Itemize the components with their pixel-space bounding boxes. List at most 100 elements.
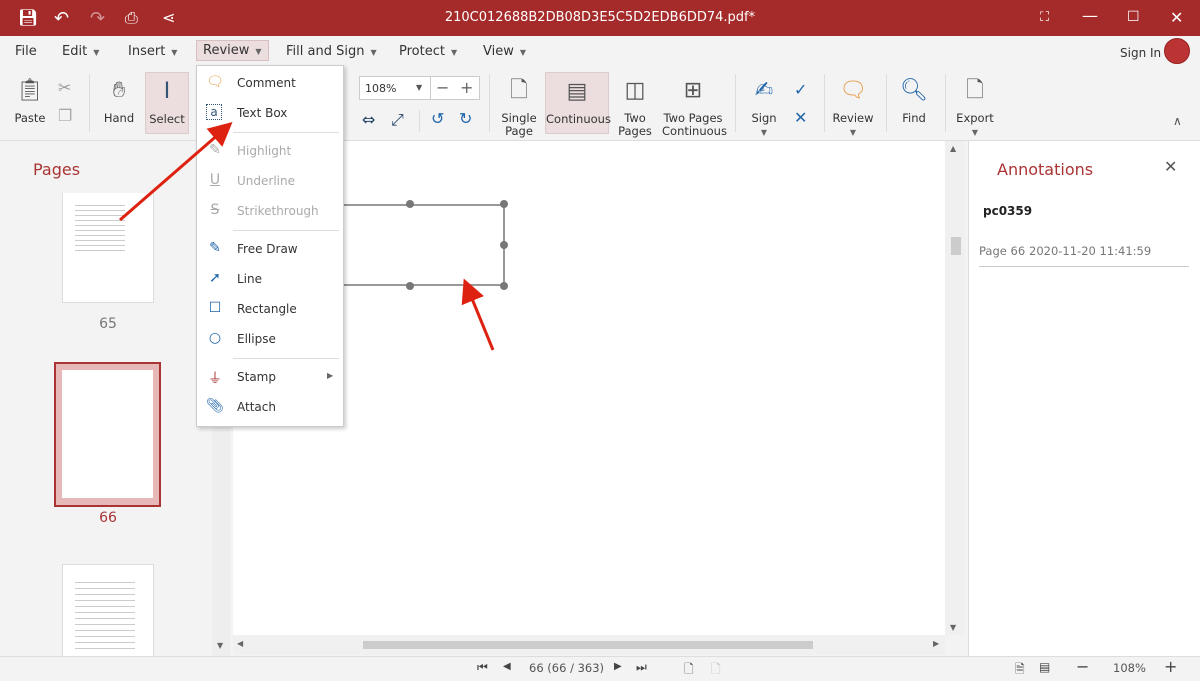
- menu-item-strikethrough[interactable]: S Strikethrough: [197, 199, 343, 225]
- menu-view[interactable]: View ▼: [477, 42, 532, 61]
- menu-item-highlight[interactable]: ✎ Highlight: [197, 139, 343, 165]
- close-button[interactable]: ✕: [1170, 8, 1183, 27]
- text-cursor-icon: I: [163, 79, 171, 104]
- annotations-title: Annotations: [997, 160, 1094, 179]
- cut-icon[interactable]: ✂: [58, 78, 71, 97]
- fullscreen-icon[interactable]: ⛶: [1040, 10, 1049, 25]
- single-page-view-icon[interactable]: 🗎︎: [1015, 660, 1025, 681]
- zoom-in-button[interactable]: +: [1164, 657, 1177, 676]
- ellipse-icon: ○: [208, 330, 222, 346]
- page-number: 66: [99, 510, 117, 526]
- page-icon: 🗋︎: [510, 78, 528, 103]
- chevron-down-icon[interactable]: ▼: [416, 83, 422, 92]
- vertical-scrollbar[interactable]: ▲ ▼: [945, 141, 965, 635]
- line-icon: ➚: [209, 270, 221, 286]
- continuous-view-icon[interactable]: ▤: [1039, 660, 1050, 674]
- menu-item-text-box[interactable]: a Text Box: [197, 101, 343, 127]
- rotate-left-icon[interactable]: ↺: [431, 109, 444, 128]
- menu-fill-and-sign[interactable]: Fill and Sign ▼: [280, 42, 383, 61]
- maximize-button[interactable]: ☐: [1127, 9, 1140, 25]
- signature-icon: ✍︎: [754, 78, 774, 103]
- menu-file[interactable]: File: [9, 42, 43, 61]
- comment-icon: 🗨︎: [839, 78, 867, 103]
- review-dropdown-menu: 🗨︎ Comment a Text Box ✎ Highlight U Underlin…: [196, 65, 344, 427]
- check-icon[interactable]: ✓: [794, 80, 807, 99]
- pen-icon: ✎: [209, 240, 221, 256]
- two-pages-continuous-icon: ⊞: [683, 78, 703, 103]
- menu-item-attach[interactable]: 📎︎ Attach: [197, 395, 343, 421]
- menu-insert[interactable]: Insert ▼: [122, 42, 183, 61]
- scroll-thumb[interactable]: [951, 237, 961, 255]
- single-page-button[interactable]: 🗋︎ Single Page: [500, 72, 538, 138]
- scroll-thumb[interactable]: [363, 641, 813, 649]
- two-pages-continuous-button[interactable]: ⊞ Two Pages Continuous: [662, 72, 727, 138]
- review-button[interactable]: 🗨︎ Review ▼: [832, 72, 874, 137]
- next-page-button[interactable]: ▶: [614, 661, 622, 672]
- menu-edit[interactable]: Edit ▼: [56, 42, 105, 61]
- prev-page-button[interactable]: ◀: [503, 661, 511, 672]
- menu-item-comment[interactable]: 🗨︎ Comment: [197, 71, 343, 97]
- underline-icon: U: [209, 172, 221, 188]
- menu-protect[interactable]: Protect ▼: [393, 42, 463, 61]
- page-indicator[interactable]: 66 (66 / 363): [529, 661, 604, 675]
- sign-button[interactable]: ✍︎ Sign ▼: [745, 72, 783, 137]
- page-thumbnail-66[interactable]: [54, 362, 161, 507]
- last-page-button[interactable]: ⏭: [636, 660, 647, 675]
- next-view-icon[interactable]: 🗋︎: [711, 660, 721, 681]
- page-thumbnail-65[interactable]: [62, 193, 154, 303]
- rectangle-icon: ☐: [208, 300, 222, 316]
- menu-item-ellipse[interactable]: ○ Ellipse: [197, 327, 343, 353]
- highlight-icon: ✎: [209, 142, 221, 158]
- find-button[interactable]: 🔍︎ Find: [895, 72, 933, 134]
- export-button[interactable]: 🗋︎ Export ▼: [955, 72, 995, 137]
- ribbon-toolbar: 📋︎ Paste ✂ ❐ ✋︎ Hand I Select 108% ▼ − + ⇔ …: [0, 66, 1200, 141]
- menu-item-underline[interactable]: U Underline: [197, 169, 343, 195]
- status-bar: ⏮ ◀ 66 (66 / 363) ▶ ⏭ 🗋︎ 🗋︎ 🗎︎ ▤ − 108% …: [0, 656, 1200, 680]
- zoom-select[interactable]: 108%: [365, 82, 396, 95]
- title-bar: 💾︎ ↶ ↷ ⎙ ⋖ 210C012688B2DB08D3E5C5D2EDB6D…: [0, 0, 1200, 36]
- hand-button[interactable]: ✋︎ Hand: [98, 72, 140, 134]
- annotation-item[interactable]: pc0359 Page 66 2020-11-20 11:41:59: [979, 197, 1189, 267]
- strikethrough-icon: S: [210, 202, 220, 218]
- menu-item-rectangle[interactable]: ☐ Rectangle: [197, 297, 343, 323]
- fit-width-icon[interactable]: ⇔: [362, 110, 375, 129]
- comment-icon: 🗨︎: [206, 74, 224, 90]
- continuous-icon: ▤: [566, 79, 588, 104]
- first-page-button[interactable]: ⏮: [477, 660, 488, 675]
- zoom-level: 108%: [1113, 661, 1146, 675]
- page-number: 65: [99, 316, 117, 332]
- avatar[interactable]: [1164, 38, 1190, 64]
- collapse-ribbon-icon[interactable]: ∧: [1173, 114, 1182, 128]
- text-box-annotation[interactable]: [343, 204, 505, 286]
- continuous-button[interactable]: ▤ Continuous: [545, 72, 611, 134]
- close-icon[interactable]: ✕: [1164, 157, 1177, 176]
- paste-button[interactable]: 📋︎ Paste: [10, 72, 50, 134]
- window-title: 210C012688B2DB08D3E5C5D2EDB6DD74.pdf*: [444, 10, 756, 25]
- menu-review[interactable]: Review ▼: [196, 40, 269, 61]
- submenu-arrow-icon: ▶: [327, 371, 334, 380]
- clipboard-icon: 📋︎: [16, 78, 44, 103]
- zoom-out-button[interactable]: −: [1076, 657, 1089, 676]
- page-thumbnail-67[interactable]: [62, 564, 154, 656]
- textbox-icon: a: [206, 104, 222, 120]
- menu-bar: File Edit ▼ Insert ▼ Review ▼ Fill and Sign…: [0, 36, 1200, 66]
- menu-item-stamp[interactable]: ⏚ Stamp ▶: [197, 365, 343, 391]
- zoom-control: 108% ▼ − +: [359, 76, 480, 100]
- horizontal-scrollbar[interactable]: ◀ ▶: [233, 635, 945, 655]
- zoom-out-button[interactable]: −: [436, 78, 449, 97]
- zoom-in-button[interactable]: +: [460, 78, 473, 97]
- select-button[interactable]: I Select: [145, 72, 189, 134]
- search-icon: 🔍︎: [900, 78, 928, 103]
- annotations-panel: Annotations ✕ pc0359 Page 66 2020-11-20 …: [968, 141, 1200, 656]
- copy-icon[interactable]: ❐: [58, 106, 72, 125]
- menu-item-line[interactable]: ➚ Line: [197, 267, 343, 293]
- prev-view-icon[interactable]: 🗋︎: [684, 660, 694, 681]
- minimize-button[interactable]: —: [1082, 6, 1098, 25]
- two-pages-button[interactable]: ◫ Two Pages: [615, 72, 655, 138]
- rotate-right-icon[interactable]: ↻: [459, 109, 472, 128]
- hand-icon: ✋︎: [112, 78, 126, 103]
- menu-item-free-draw[interactable]: ✎ Free Draw: [197, 237, 343, 263]
- x-icon[interactable]: ✕: [794, 108, 807, 127]
- sign-in-link[interactable]: Sign In: [1114, 44, 1167, 62]
- fit-page-icon[interactable]: ⤢: [391, 110, 404, 130]
